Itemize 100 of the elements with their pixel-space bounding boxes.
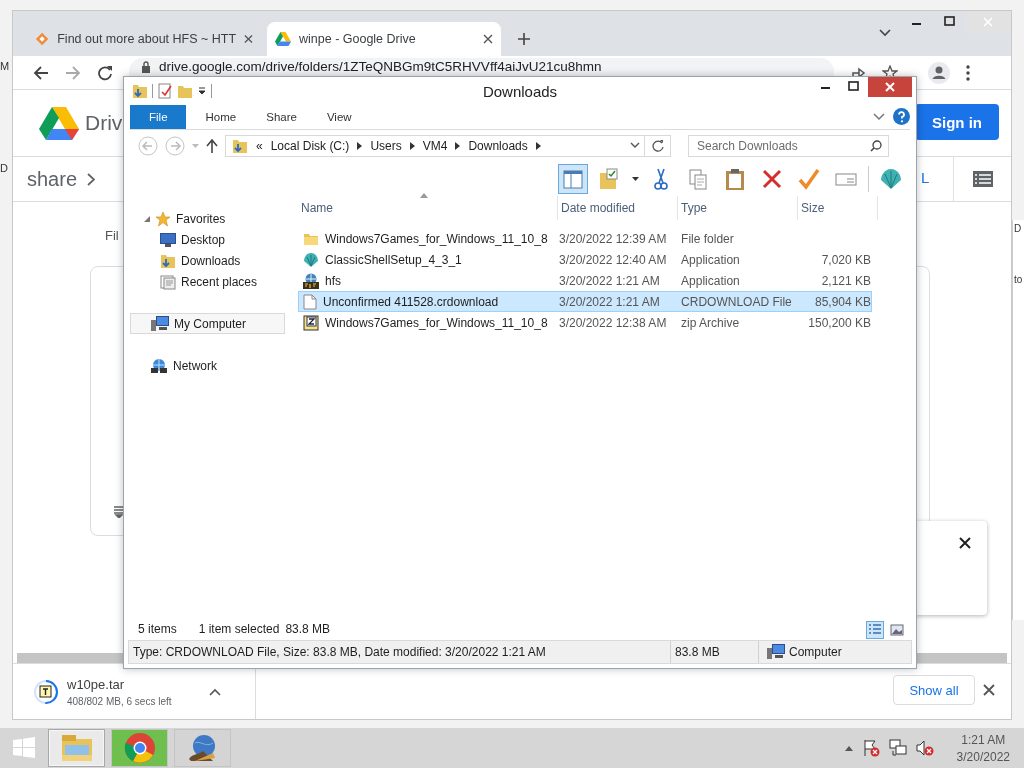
ribbon-tab[interactable]: Share bbox=[252, 105, 311, 129]
help-icon[interactable] bbox=[893, 108, 910, 125]
table-cell-text: 2,121 KB bbox=[820, 273, 871, 288]
partial-text: D bbox=[0, 162, 9, 174]
window-title: Downloads bbox=[482, 83, 558, 100]
reload-icon[interactable] bbox=[97, 64, 113, 81]
list-view-icon[interactable] bbox=[973, 171, 993, 187]
back-icon[interactable] bbox=[33, 64, 49, 81]
speaker-muted-icon[interactable] bbox=[915, 739, 934, 757]
recent-places-icon bbox=[160, 273, 176, 290]
close-icon[interactable] bbox=[983, 684, 995, 696]
search-field[interactable]: Search Downloads bbox=[688, 135, 889, 157]
selection-count: 1 item selected bbox=[198, 622, 280, 636]
sign-in-button[interactable]: Sign in bbox=[915, 104, 999, 140]
file-row[interactable]: ClassicShellSetup_4_3_1 3/20/2022 12:40 AM Application 7,020 KB bbox=[298, 249, 872, 270]
taskbar-button[interactable] bbox=[111, 729, 168, 767]
column-header[interactable]: Name bbox=[298, 196, 558, 220]
details-view-icon[interactable] bbox=[866, 621, 884, 639]
file-row[interactable]: Unconfirmed 411528.crdownload 3/20/2022 1:21 AM CRDOWNLOAD File 85,904 KB bbox=[298, 291, 872, 312]
ribbon-tab[interactable]: File bbox=[130, 105, 186, 129]
details-size: 83.8 MB bbox=[671, 641, 759, 663]
nav-item[interactable]: Recent places bbox=[130, 271, 285, 292]
table-cell-text: 3/20/2022 1:21 AM bbox=[557, 294, 661, 309]
drive-logo-icon bbox=[39, 106, 79, 140]
ribbon-tab[interactable]: Home bbox=[191, 105, 251, 129]
nav-item[interactable]: Desktop bbox=[130, 229, 285, 250]
caret-down-icon[interactable] bbox=[632, 177, 639, 181]
address-bar[interactable]: « Local Disk (C:) Users VM4 Downloads bbox=[225, 135, 645, 157]
zip-file-icon bbox=[303, 314, 319, 331]
chevron-down-icon[interactable] bbox=[879, 29, 891, 37]
up-arrow-icon[interactable] bbox=[206, 139, 218, 153]
table-cell-text: File folder bbox=[680, 231, 735, 246]
nav-item[interactable]: My Computer bbox=[130, 313, 285, 334]
file-name: Unconfirmed 411528.crdownload bbox=[323, 294, 499, 309]
plus-icon[interactable] bbox=[517, 32, 531, 46]
file-name: ClassicShellSetup_4_3_1 bbox=[325, 252, 462, 267]
ribbon-tab[interactable]: View bbox=[312, 105, 366, 129]
close-icon[interactable] bbox=[959, 537, 971, 549]
browser-tab[interactable]: winpe - Google Drive bbox=[267, 22, 501, 56]
table-cell-text: 7,020 KB bbox=[820, 252, 871, 267]
computer-icon bbox=[151, 315, 169, 332]
file-name: Windows7Games_for_Windows_11_10_8 bbox=[325, 315, 548, 330]
overflow-chevrons[interactable]: « bbox=[256, 139, 263, 153]
close-icon[interactable] bbox=[483, 34, 493, 44]
file-row[interactable]: Windows7Games_for_Windows_11_10_8 3/20/2022 12:39 AM File folder bbox=[298, 228, 872, 249]
column-header[interactable]: Date modified bbox=[558, 196, 678, 220]
diamond-icon bbox=[35, 31, 50, 47]
profile-icon[interactable] bbox=[928, 61, 950, 84]
caret-down-icon[interactable] bbox=[197, 86, 207, 96]
clock[interactable]: 1:21 AM 3/20/2022 bbox=[956, 732, 1010, 764]
caret-up-icon[interactable] bbox=[209, 687, 221, 696]
path-segment[interactable]: VM4 bbox=[422, 139, 448, 153]
table-cell-text: 3/20/2022 12:38 AM bbox=[557, 315, 668, 330]
chevron-down-icon[interactable] bbox=[873, 112, 885, 121]
table-cell-text: 85,904 KB bbox=[813, 294, 871, 309]
path-segment[interactable]: Users bbox=[370, 139, 402, 153]
properties-icon[interactable] bbox=[157, 83, 173, 99]
brand-name: Driv bbox=[85, 111, 123, 135]
network-icon[interactable] bbox=[888, 739, 907, 757]
search-icon[interactable] bbox=[870, 140, 882, 152]
path-segment[interactable]: Downloads bbox=[468, 139, 528, 153]
item-count: 5 items bbox=[138, 622, 177, 636]
flag-error-icon[interactable] bbox=[861, 739, 880, 757]
partial-text: M bbox=[0, 60, 11, 72]
chevron-right-icon bbox=[357, 142, 363, 150]
preview-pane-icon[interactable] bbox=[558, 164, 588, 194]
chevron-right-icon bbox=[535, 142, 541, 150]
expand-triangle-icon[interactable] bbox=[144, 215, 150, 222]
file-row[interactable]: Windows7Games_for_Windows_11_10_8 3/20/2022 12:38 AM zip Archive 150,200 KB bbox=[298, 312, 872, 333]
nav-item[interactable]: Downloads bbox=[130, 250, 285, 271]
drive-logo-icon bbox=[275, 31, 291, 47]
nav-item[interactable]: Favorites bbox=[130, 208, 285, 229]
star-icon bbox=[155, 210, 171, 227]
file-row[interactable]: hfs 3/20/2022 1:21 AM Application 2,121 KB bbox=[298, 270, 872, 291]
column-header[interactable]: Size bbox=[798, 196, 878, 220]
clock-date: 3/20/2022 bbox=[956, 749, 1010, 764]
download-status-text: 408/802 MB, 6 secs left bbox=[67, 695, 173, 707]
breadcrumb-link[interactable]: share bbox=[27, 167, 78, 191]
partial-text: D bbox=[1014, 223, 1023, 234]
taskbar-button[interactable] bbox=[174, 729, 231, 767]
column-heading: Fil bbox=[105, 228, 119, 243]
chevron-right-icon bbox=[455, 142, 461, 150]
chevron-down-icon[interactable] bbox=[630, 142, 640, 149]
sort-icon[interactable] bbox=[113, 506, 125, 518]
path-segment[interactable]: Local Disk (C:) bbox=[270, 139, 350, 153]
show-all-button[interactable]: Show all bbox=[893, 675, 975, 705]
table-cell-text: 150,200 KB bbox=[807, 315, 871, 330]
table-cell-text: Application bbox=[680, 252, 741, 267]
menu-icon[interactable] bbox=[966, 64, 970, 81]
caret-up-icon[interactable] bbox=[844, 745, 853, 751]
folder-download-icon[interactable] bbox=[132, 83, 148, 99]
column-header[interactable]: Type bbox=[678, 196, 798, 220]
thumbnails-view-icon[interactable] bbox=[888, 621, 906, 639]
sort-arrow-icon bbox=[420, 193, 428, 198]
link-text[interactable]: L bbox=[921, 169, 930, 186]
file-name: Windows7Games_for_Windows_11_10_8 bbox=[325, 231, 548, 246]
nav-item[interactable]: Network bbox=[130, 355, 285, 376]
computer-icon bbox=[767, 644, 785, 660]
refresh-icon[interactable] bbox=[651, 140, 664, 152]
browser-tab[interactable]: Find out more about HFS ~ HTT bbox=[27, 22, 261, 56]
